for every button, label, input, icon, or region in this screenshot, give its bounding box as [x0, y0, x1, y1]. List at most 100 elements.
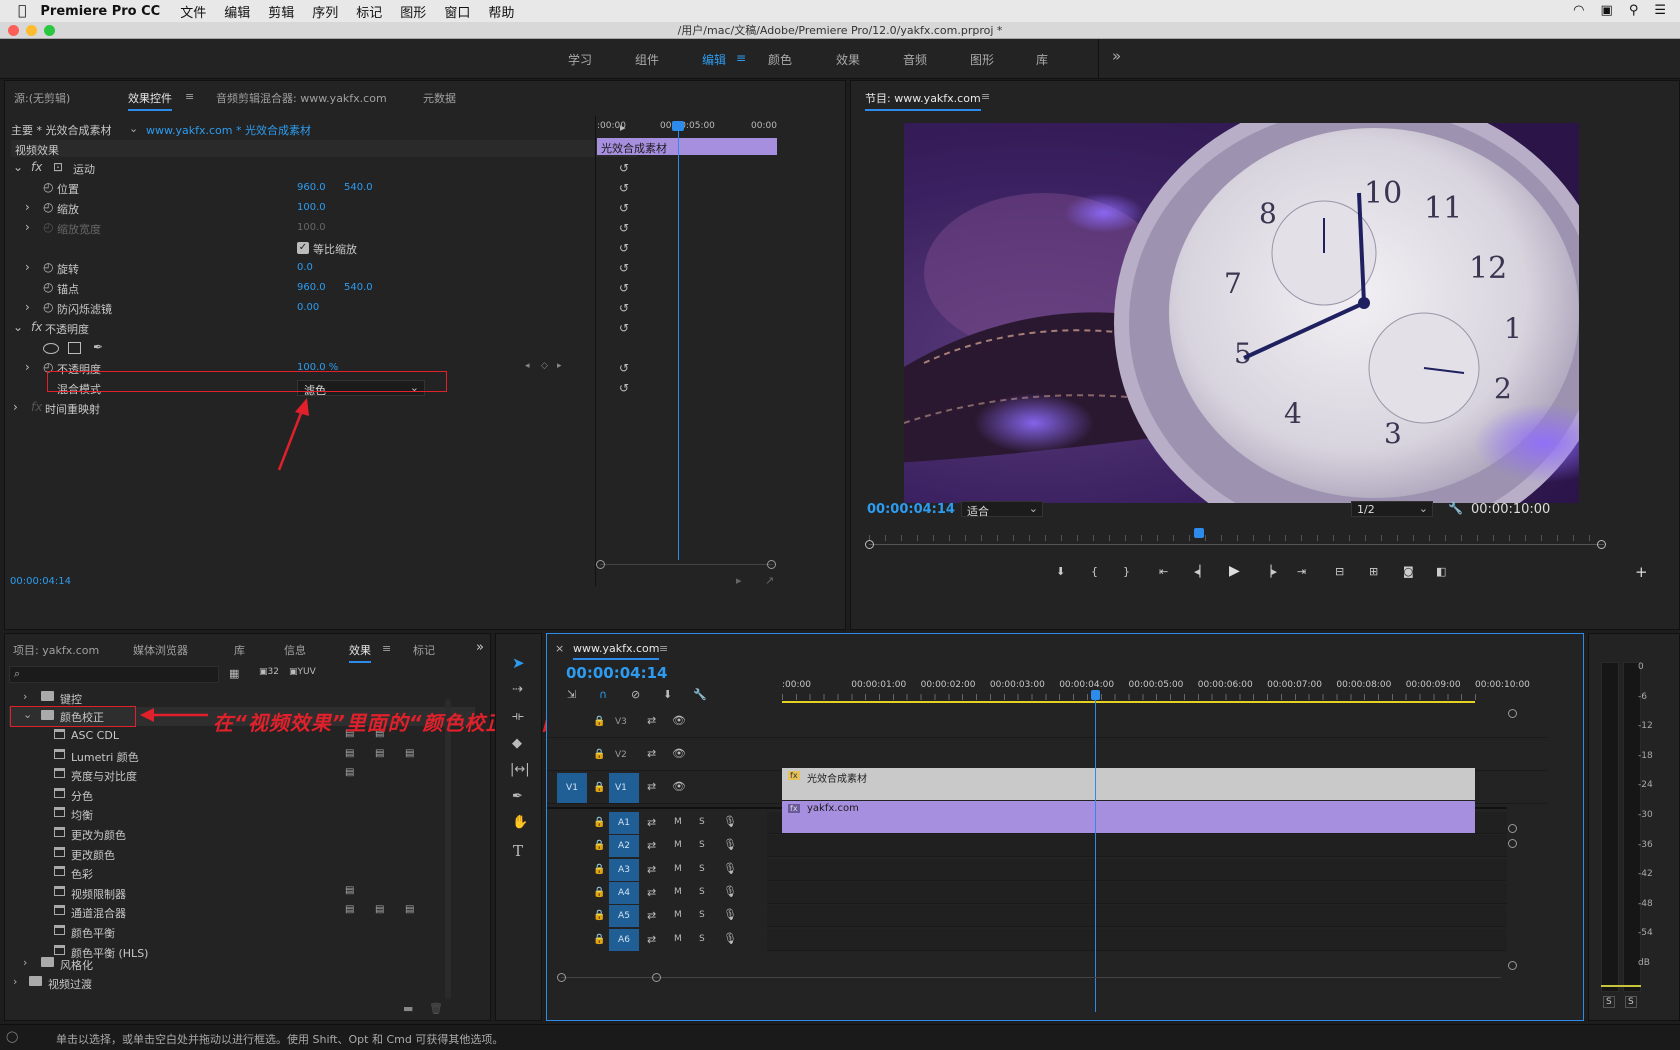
- tab-source[interactable]: 源:(无剪辑): [14, 90, 70, 106]
- close-sequence-icon[interactable]: ×: [555, 642, 564, 655]
- program-timecode[interactable]: 00:00:04:14: [867, 502, 955, 517]
- sync-lock-icon[interactable]: ⇄: [647, 863, 656, 876]
- sequence-tab[interactable]: www.yakfx.com: [573, 642, 660, 660]
- tab-media-browser[interactable]: 媒体浏览器: [133, 642, 188, 658]
- settings-wrench-icon[interactable]: 🔧: [1448, 501, 1463, 515]
- fit-dropdown[interactable]: 适合 ⌄: [961, 501, 1043, 518]
- lock-icon[interactable]: 🔒: [593, 864, 605, 875]
- position-y-value[interactable]: 540.0: [344, 182, 373, 193]
- app-menu[interactable]: Premiere Pro CC: [40, 4, 160, 19]
- add-marker-icon[interactable]: ⬇: [663, 688, 672, 701]
- lock-icon[interactable]: 🔒: [593, 934, 605, 945]
- effect-item[interactable]: 亮度与对比度 ▤: [5, 766, 445, 785]
- prev-keyframe-icon[interactable]: ◂: [525, 361, 530, 371]
- source-patch-button[interactable]: V1: [557, 773, 587, 803]
- sync-lock-icon[interactable]: ⇄: [647, 909, 656, 922]
- track-target-button[interactable]: A3: [609, 858, 639, 881]
- minimize-window-button[interactable]: [26, 25, 37, 36]
- menu-window[interactable]: 窗口: [444, 2, 470, 21]
- pen-tool-icon[interactable]: ✒: [512, 789, 523, 804]
- export-frame-icon[interactable]: ▸: [736, 574, 742, 587]
- lock-icon[interactable]: 🔒: [593, 817, 605, 828]
- mute-button[interactable]: M: [674, 887, 682, 897]
- expand-chevron-icon[interactable]: ›: [25, 300, 30, 314]
- share-icon[interactable]: ↗: [765, 574, 774, 587]
- step-forward-icon[interactable]: ▕▸: [1263, 565, 1277, 578]
- tab-menu-icon[interactable]: ≡: [185, 90, 194, 103]
- effect-item[interactable]: 分色: [5, 786, 445, 805]
- stopwatch-icon[interactable]: ◴: [43, 180, 53, 194]
- expand-chevron-icon[interactable]: ›: [13, 975, 17, 988]
- more-tabs-icon[interactable]: »: [476, 640, 484, 655]
- menu-sequence[interactable]: 序列: [312, 2, 338, 21]
- effect-item[interactable]: 色彩: [5, 864, 445, 883]
- button-editor-add-icon[interactable]: +: [1635, 563, 1648, 581]
- sync-lock-icon[interactable]: ⇄: [647, 780, 656, 793]
- add-keyframe-icon[interactable]: ◇: [541, 361, 548, 371]
- solo-button[interactable]: S: [699, 864, 705, 874]
- program-playhead[interactable]: [1194, 528, 1204, 538]
- expand-chevron-icon[interactable]: ⌄: [13, 320, 23, 334]
- stopwatch-icon[interactable]: ◴: [43, 200, 53, 214]
- tab-project[interactable]: 项目: yakfx.com: [13, 642, 99, 658]
- effect-item[interactable]: 更改为颜色: [5, 825, 445, 844]
- effect-item[interactable]: 视频限制器 ▤: [5, 884, 445, 903]
- expand-chevron-icon[interactable]: ›: [25, 260, 30, 274]
- chevron-down-icon[interactable]: ⌄: [129, 122, 138, 135]
- tab-effect-controls[interactable]: 效果控件: [128, 90, 172, 111]
- tab-libraries[interactable]: 库: [234, 642, 245, 658]
- apple-icon[interactable]: : [18, 3, 26, 19]
- flicker-value[interactable]: 0.00: [297, 302, 319, 313]
- sync-lock-icon[interactable]: ⇄: [647, 747, 656, 760]
- rectangle-mask-icon[interactable]: [68, 342, 81, 354]
- scale-value[interactable]: 100.0: [297, 202, 326, 213]
- microphone-icon[interactable]: 🎙: [723, 815, 737, 828]
- export-frame-camera-icon[interactable]: ◙: [1403, 565, 1414, 578]
- effects-scrollbar[interactable]: [445, 699, 451, 999]
- program-title[interactable]: 节目: www.yakfx.com: [865, 90, 981, 111]
- menu-marker[interactable]: 标记: [356, 2, 382, 21]
- expand-chevron-icon[interactable]: ⌄: [13, 160, 23, 174]
- menu-graphics[interactable]: 图形: [400, 2, 426, 21]
- solo-left-button[interactable]: S: [1603, 996, 1615, 1008]
- effect-item[interactable]: 均衡: [5, 805, 445, 824]
- v-zoom-handle-top[interactable]: [1508, 709, 1517, 718]
- extract-icon[interactable]: ⊞: [1369, 565, 1378, 578]
- effect-item[interactable]: Lumetri 颜色 ▤ ▤ ▤: [5, 747, 445, 766]
- lift-icon[interactable]: ⊟: [1335, 565, 1344, 578]
- workspace-effects[interactable]: 效果: [836, 51, 860, 68]
- menu-clip[interactable]: 剪辑: [268, 2, 294, 21]
- linked-selection-icon[interactable]: ⊘: [631, 688, 640, 701]
- ec-timecode[interactable]: 00:00:04:14: [10, 576, 71, 587]
- next-keyframe-icon[interactable]: ▸: [557, 361, 562, 371]
- zoom-window-button[interactable]: [44, 25, 55, 36]
- track-target-button[interactable]: A4: [609, 881, 639, 904]
- ec-zoom-handle-right[interactable]: [767, 560, 776, 569]
- transform-icon[interactable]: ⊡: [53, 160, 63, 174]
- microphone-icon[interactable]: 🎙: [723, 932, 737, 945]
- track-target-button[interactable]: A5: [609, 905, 639, 928]
- snap-icon[interactable]: ∩: [599, 688, 607, 701]
- track-select-tool-icon[interactable]: ⇢: [512, 682, 523, 697]
- mute-button[interactable]: M: [674, 934, 682, 944]
- mute-button[interactable]: M: [674, 864, 682, 874]
- mark-out-icon[interactable]: }: [1123, 565, 1130, 578]
- sync-lock-icon[interactable]: ⇄: [647, 839, 656, 852]
- solo-button[interactable]: S: [699, 817, 705, 827]
- program-ruler[interactable]: [869, 535, 1604, 541]
- mark-in-icon[interactable]: {: [1091, 565, 1098, 578]
- stopwatch-icon[interactable]: ◴: [43, 280, 53, 294]
- a-zoom-handle-bottom[interactable]: [1508, 961, 1517, 970]
- sync-lock-icon[interactable]: ⇄: [647, 933, 656, 946]
- clip-v2[interactable]: fx 光效合成素材: [782, 768, 1475, 800]
- workspace-color[interactable]: 颜色: [768, 51, 792, 68]
- tab-menu-icon[interactable]: ≡: [981, 90, 990, 103]
- fx-icon[interactable]: fx: [31, 320, 42, 334]
- lock-icon[interactable]: 🔒: [593, 887, 605, 898]
- folder-video-transitions[interactable]: › 视频过渡: [5, 974, 475, 993]
- notification-icon[interactable]: ☰: [1654, 3, 1666, 18]
- solo-button[interactable]: S: [699, 887, 705, 897]
- tab-menu-icon[interactable]: ≡: [382, 642, 391, 655]
- lock-icon[interactable]: 🔒: [593, 782, 605, 793]
- workspace-graphics[interactable]: 图形: [970, 51, 994, 68]
